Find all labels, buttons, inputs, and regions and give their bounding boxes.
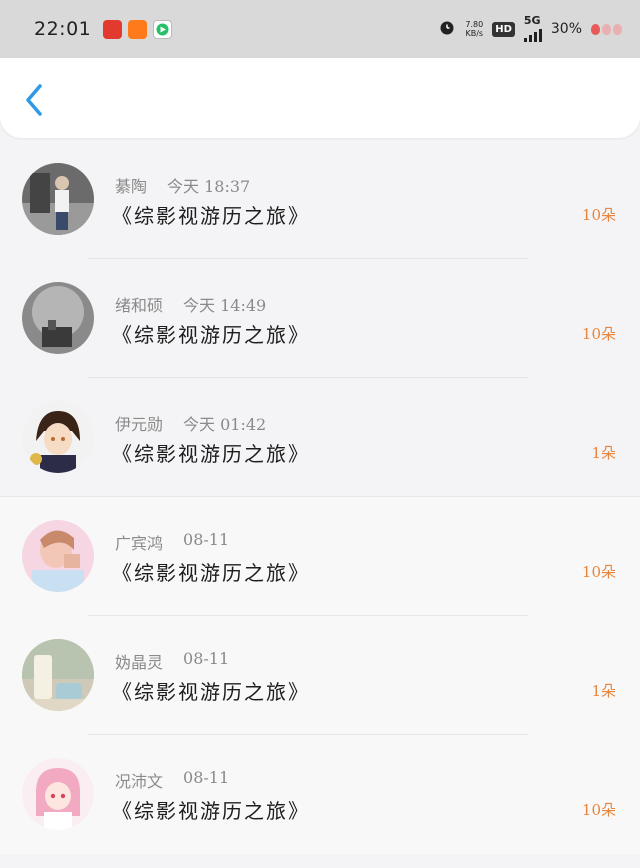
sender-name: 綦陶 xyxy=(115,177,148,196)
book-title: 《综影视游历之旅》 xyxy=(112,680,310,704)
gift-list: 綦陶 今天 18:37 《综影视游历之旅》 10朵 绪和硕 今天 14:49 《… xyxy=(0,140,640,854)
gift-amount: 10朵 xyxy=(581,563,616,581)
status-time: 22:01 xyxy=(34,18,92,40)
sent-time: 今天 14:49 xyxy=(183,296,267,315)
book-title: 《综影视游历之旅》 xyxy=(112,323,310,347)
taobao-notification-icon xyxy=(128,19,148,39)
avatar xyxy=(22,401,94,473)
avatar xyxy=(22,758,94,830)
video-app-notification-icon xyxy=(153,19,173,39)
book-title: 《综影视游历之旅》 xyxy=(112,204,310,228)
alarm-icon xyxy=(438,18,456,40)
avatar xyxy=(22,639,94,711)
sender-name: 广宾鸿 xyxy=(115,534,164,553)
sender-line: 伊元勋 今天 01:42 xyxy=(115,411,266,435)
avatar xyxy=(22,520,94,592)
gift-amount: 10朵 xyxy=(581,206,616,224)
sender-line: 绪和硕 今天 14:49 xyxy=(115,292,266,316)
gift-amount: 10朵 xyxy=(581,801,616,819)
sender-name: 妫晶灵 xyxy=(115,653,164,672)
hd-badge: HD xyxy=(492,21,515,37)
list-item[interactable]: 伊元勋 今天 01:42 《综影视游历之旅》 1朵 xyxy=(0,378,640,497)
sent-time: 08-11 xyxy=(183,768,230,787)
network-speed: 7.80 KB/s xyxy=(465,20,484,38)
app-notification-icon xyxy=(103,19,123,39)
sender-line: 广宾鸿 08-11 xyxy=(115,530,229,554)
status-bar: 22:01 7.80 KB/s HD 5G 30% xyxy=(0,0,640,58)
gift-amount: 1朵 xyxy=(591,444,616,462)
list-item[interactable]: 广宾鸿 08-11 《综影视游历之旅》 10朵 xyxy=(0,497,640,616)
battery-fruit-icon xyxy=(591,23,622,35)
avatar xyxy=(22,282,94,354)
list-item[interactable]: 綦陶 今天 18:37 《综影视游历之旅》 10朵 xyxy=(0,140,640,259)
sender-line: 况沛文 08-11 xyxy=(115,768,229,792)
chevron-left-icon xyxy=(26,84,42,116)
sent-time: 08-11 xyxy=(183,649,230,668)
sender-name: 伊元勋 xyxy=(115,415,164,434)
book-title: 《综影视游历之旅》 xyxy=(112,442,310,466)
sender-name: 绪和硕 xyxy=(115,296,164,315)
nav-header xyxy=(0,58,640,138)
list-item[interactable]: 况沛文 08-11 《综影视游历之旅》 10朵 xyxy=(0,735,640,854)
sender-name: 况沛文 xyxy=(115,772,164,791)
sender-line: 妫晶灵 08-11 xyxy=(115,649,229,673)
gift-amount: 1朵 xyxy=(591,682,616,700)
signal-icon: 5G xyxy=(523,15,542,42)
back-button[interactable] xyxy=(18,80,52,120)
sender-line: 綦陶 今天 18:37 xyxy=(115,173,250,197)
list-item[interactable]: 绪和硕 今天 14:49 《综影视游历之旅》 10朵 xyxy=(0,259,640,378)
gift-amount: 10朵 xyxy=(581,325,616,343)
book-title: 《综影视游历之旅》 xyxy=(112,799,310,823)
sent-time: 今天 01:42 xyxy=(183,415,267,434)
sent-time: 今天 18:37 xyxy=(167,177,251,196)
avatar xyxy=(22,163,94,235)
sent-time: 08-11 xyxy=(183,530,230,549)
list-item[interactable]: 妫晶灵 08-11 《综影视游历之旅》 1朵 xyxy=(0,616,640,735)
book-title: 《综影视游历之旅》 xyxy=(112,561,310,585)
battery-level: 30% xyxy=(550,21,582,37)
